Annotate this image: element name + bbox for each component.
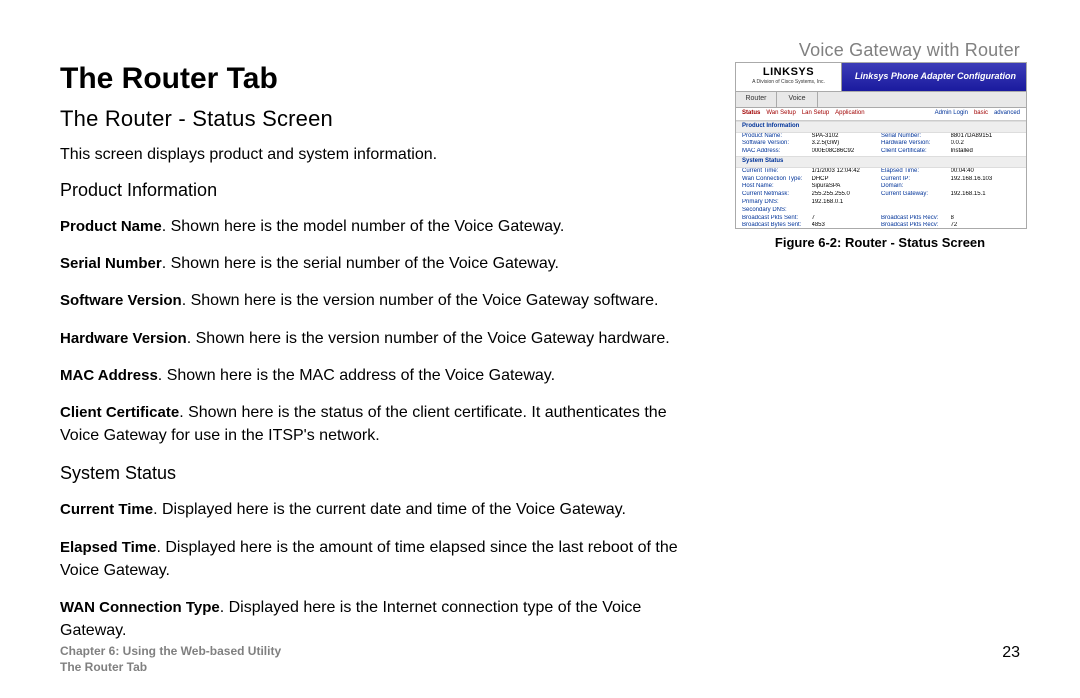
section-subtitle: The Router - Status Screen [60,106,700,132]
table-row: Current Time:1/1/2003 12:04:42Elapsed Ti… [736,168,1026,176]
table-row: Current Netmask:255.255.255.0Current Gat… [736,191,1026,199]
field-product-name: Product Name. Shown here is the model nu… [60,215,700,238]
tab-voice[interactable]: Voice [777,92,818,107]
table-row: Broadcast Bytes Sent:4853Broadcast Pkts … [736,222,1026,229]
subtab-application[interactable]: Application [835,110,864,118]
figure-caption: Figure 6-2: Router - Status Screen [735,235,1025,250]
linksys-logo: LINKSYS [736,65,841,79]
table-row: Wan Connection Type:DHCPCurrent IP:192.1… [736,176,1026,184]
table-row: Product Name:SPA-3102Serial Number:88017… [736,133,1026,141]
table-row: Primary DNS:192.168.0.1 [736,199,1026,207]
field-hardware-version: Hardware Version. Shown here is the vers… [60,327,700,350]
link-basic[interactable]: basic [974,110,988,118]
router-screenshot: LINKSYS A Division of Cisco Systems, Inc… [735,62,1027,229]
group-system-status: System Status [736,156,1026,168]
table-row: Software Version:3.2.5(GW)Hardware Versi… [736,140,1026,148]
subtab-status[interactable]: Status [742,110,760,118]
intro-paragraph: This screen displays product and system … [60,146,700,164]
subtab-lan-setup[interactable]: Lan Setup [802,110,829,118]
table-row: MAC Address:000E08C86C92Client Certifica… [736,148,1026,156]
tab-router[interactable]: Router [736,92,777,107]
system-status-heading: System Status [60,463,700,484]
link-admin-login[interactable]: Admin Login [935,110,968,118]
figure-router-status: LINKSYS A Division of Cisco Systems, Inc… [735,62,1025,250]
table-row: Broadcast Pkts Sent:7Broadcast Pkts Recv… [736,215,1026,223]
field-wan-connection-type: WAN Connection Type. Displayed here is t… [60,596,700,642]
logo-area: LINKSYS A Division of Cisco Systems, Inc… [736,63,842,91]
banner-title: Linksys Phone Adapter Configuration [842,63,1026,91]
header-product-name: Voice Gateway with Router [799,40,1020,61]
group-product-information: Product Information [736,121,1026,133]
footer: Chapter 6: Using the Web-based Utility T… [60,644,1020,674]
page-title: The Router Tab [60,62,700,96]
field-serial-number: Serial Number. Shown here is the serial … [60,252,700,275]
table-row: Secondary DNS: [736,207,1026,215]
subtab-wan-setup[interactable]: Wan Setup [766,110,795,118]
product-info-heading: Product Information [60,180,700,201]
field-current-time: Current Time. Displayed here is the curr… [60,498,700,521]
linksys-subtitle: A Division of Cisco Systems, Inc. [736,79,841,86]
link-advanced[interactable]: advanced [994,110,1020,118]
footer-section: The Router Tab [60,660,1020,674]
field-software-version: Software Version. Shown here is the vers… [60,289,700,312]
field-client-certificate: Client Certificate. Shown here is the st… [60,401,700,447]
field-mac-address: MAC Address. Shown here is the MAC addre… [60,364,700,387]
footer-chapter: Chapter 6: Using the Web-based Utility [60,644,281,658]
page-number: 23 [1002,644,1020,662]
table-row: Host Name:SipuraSPADomain: [736,183,1026,191]
field-elapsed-time: Elapsed Time. Displayed here is the amou… [60,536,700,582]
